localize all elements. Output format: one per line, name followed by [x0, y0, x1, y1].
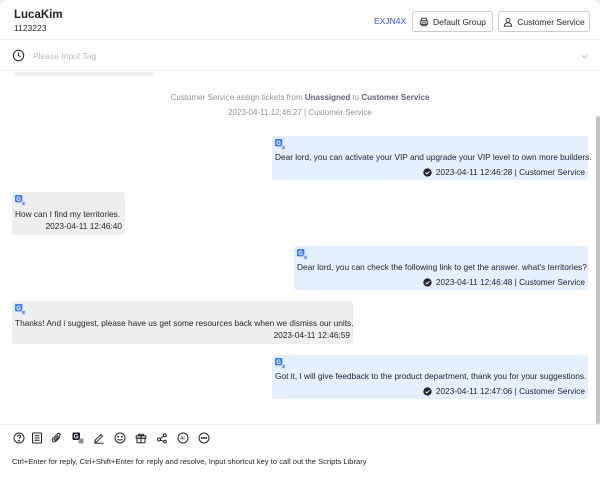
- translate-button[interactable]: G: [71, 431, 85, 445]
- attachment-button[interactable]: [50, 431, 64, 445]
- emoji-icon: [114, 432, 126, 444]
- default-group-button[interactable]: Default Group: [412, 11, 493, 32]
- more-button[interactable]: [197, 431, 211, 445]
- translate-icon[interactable]: G: [275, 358, 286, 369]
- user-name: LucaKim: [14, 9, 63, 21]
- more-icon: [198, 432, 210, 444]
- chat-history[interactable]: Customer Service assign tickets from Una…: [0, 72, 600, 424]
- translate-icon: G: [72, 432, 84, 444]
- check-circle-icon: [423, 167, 432, 177]
- customer-service-label: Customer Service: [517, 16, 585, 27]
- message-text: Dear lord, you can check the following l…: [297, 262, 587, 272]
- translate-icon[interactable]: G: [15, 195, 26, 206]
- message-bubble-incoming: G Thanks! And i suggest, please have us …: [12, 301, 354, 344]
- help-button[interactable]: [12, 431, 26, 445]
- ticket-panel: LucaKim 1123223 EXJN4X Default Group Cus…: [0, 0, 600, 500]
- system-to: Customer Service: [361, 93, 430, 102]
- ai-icon: AI: [177, 432, 189, 444]
- message-text: Dear lord, you can activate your VIP and…: [275, 152, 592, 162]
- message-timestamp: 2023-04-11 12:46:28 | Customer Service: [435, 167, 585, 177]
- gift-icon: [135, 433, 147, 444]
- message-timestamp: 2023-04-11 12:47:06 | Customer Service: [435, 386, 585, 396]
- svg-text:AI: AI: [180, 436, 185, 441]
- message-text: Thanks! And i suggest, please have us ge…: [15, 318, 354, 328]
- help-icon: [13, 432, 25, 444]
- check-circle-icon: [423, 277, 432, 287]
- message-text: Got it, I will give feedback to the prod…: [275, 371, 587, 381]
- reply-input[interactable]: [12, 457, 592, 497]
- translate-icon[interactable]: G: [15, 304, 26, 315]
- svg-text:G: G: [16, 306, 21, 312]
- system-timestamp: 2023-04-11 12:46:27 | Customer Service: [228, 108, 372, 117]
- svg-text:G: G: [74, 434, 79, 441]
- gift-button[interactable]: [134, 431, 148, 445]
- translate-icon[interactable]: G: [275, 139, 286, 150]
- message-bubble-outgoing: G Got it, I will give feedback to the pr…: [272, 355, 588, 399]
- printer-icon: [419, 17, 429, 26]
- message-meta: 2023-04-11 12:46:28 | Customer Service: [423, 167, 585, 177]
- ticket-code-link[interactable]: EXJN4X: [374, 16, 406, 26]
- clock-icon: [12, 49, 25, 62]
- share-button[interactable]: [155, 431, 169, 445]
- emoji-button[interactable]: [113, 431, 127, 445]
- check-circle-icon: [423, 386, 432, 396]
- user-icon: [504, 17, 513, 27]
- message-bubble-incoming: G How can I find my territories. 2023-04…: [12, 192, 125, 235]
- document-button[interactable]: [30, 431, 44, 445]
- user-id: 1123223: [14, 23, 47, 33]
- share-icon: [157, 433, 167, 444]
- message-bubble-outgoing: G Dear lord, you can activate your VIP a…: [272, 136, 592, 180]
- message-timestamp: 2023-04-11 12:46:59: [273, 330, 350, 340]
- message-meta: 2023-04-11 12:47:06 | Customer Service: [423, 386, 585, 396]
- tag-input[interactable]: [33, 49, 553, 63]
- reply-composer: G AI Ctrl+Enter for reply, Ctrl+Shift+En…: [0, 424, 600, 500]
- message-bubble-outgoing: G Dear lord, you can check the following…: [294, 246, 588, 290]
- attachment-icon: [51, 432, 61, 443]
- tag-bar: [0, 41, 600, 71]
- chat-scrollbar[interactable]: [596, 116, 600, 424]
- customer-service-button[interactable]: Customer Service: [498, 11, 590, 32]
- message-meta: 2023-04-11 12:46:48 | Customer Service: [423, 277, 585, 287]
- system-assign-message: Customer Service assign tickets from Una…: [0, 93, 600, 103]
- message-timestamp: 2023-04-11 12:46:48 | Customer Service: [435, 277, 585, 287]
- message-timestamp: 2023-04-11 12:46:40: [45, 221, 122, 231]
- ticket-header: LucaKim 1123223 EXJN4X Default Group Cus…: [0, 0, 600, 40]
- edit-icon: [94, 433, 104, 444]
- previous-message-bubble: [14, 72, 154, 76]
- document-icon: [32, 432, 42, 444]
- svg-text:G: G: [298, 251, 303, 257]
- svg-text:G: G: [16, 197, 21, 203]
- edit-button[interactable]: [92, 431, 106, 445]
- system-prefix: Customer Service assign tickets from: [170, 93, 303, 102]
- ai-button[interactable]: AI: [176, 431, 190, 445]
- translate-icon[interactable]: G: [297, 249, 308, 260]
- default-group-label: Default Group: [433, 16, 486, 27]
- svg-text:G: G: [276, 141, 281, 147]
- message-text: How can I find my territories.: [15, 209, 121, 219]
- svg-text:G: G: [276, 360, 281, 366]
- system-from: Unassigned: [304, 93, 351, 102]
- system-mid: to: [352, 93, 360, 102]
- chevron-down-icon[interactable]: [580, 52, 589, 61]
- composer-toolbar: G AI: [12, 431, 252, 445]
